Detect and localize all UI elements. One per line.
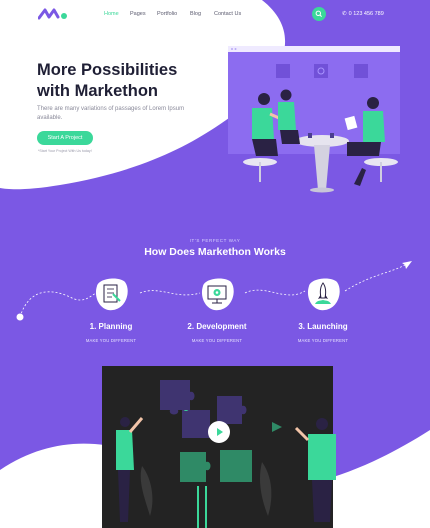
play-button[interactable] xyxy=(208,421,230,443)
nav-link-portfolio[interactable]: Portfolio xyxy=(157,11,177,17)
hero-illustration xyxy=(228,46,400,193)
section-kicker: IT'S PERFECT WAY xyxy=(189,238,241,243)
play-icon xyxy=(217,428,223,436)
nav-link-pages[interactable]: Pages xyxy=(130,11,146,17)
search-icon xyxy=(315,10,322,17)
start-project-button[interactable]: Start A Project xyxy=(37,131,93,145)
nav-link-blog[interactable]: Blog xyxy=(190,11,201,17)
hero-subtitle: There are many variations of passages of… xyxy=(37,106,185,121)
page: Home Pages Portfolio Blog Contact Us ✆ 0 … xyxy=(0,0,430,528)
phone-contact[interactable]: ✆ 0 123 456 789 xyxy=(342,11,384,17)
brand-logo[interactable] xyxy=(38,8,70,20)
step-subtitle-planning: MAKE YOU DIFFERENT xyxy=(85,338,137,343)
step-subtitle-launching: MAKE YOU DIFFERENT xyxy=(297,338,349,343)
checklist-icon xyxy=(95,278,128,311)
step-title-planning: 1. Planning xyxy=(89,322,133,331)
step-subtitle-development: MAKE YOU DIFFERENT xyxy=(191,338,243,343)
rocket-icon xyxy=(307,278,340,311)
paper-plane-icon xyxy=(402,261,412,269)
hero-title: More Possibilities with Markethon xyxy=(37,60,237,102)
phone-number: 0 123 456 789 xyxy=(348,11,384,17)
nav-link-home[interactable]: Home xyxy=(104,11,119,17)
step-title-launching: 3. Launching xyxy=(298,322,348,331)
hero-title-line1: More Possibilities xyxy=(37,61,178,79)
hero-title-line2: with Markethon xyxy=(37,82,159,100)
search-button[interactable] xyxy=(312,7,326,21)
settings-monitor-icon xyxy=(201,278,234,311)
phone-icon: ✆ xyxy=(342,11,347,17)
path-start-dot xyxy=(16,313,24,321)
top-nav: Home Pages Portfolio Blog Contact Us ✆ 0 … xyxy=(0,0,430,30)
nav-link-contact[interactable]: Contact Us xyxy=(214,11,241,17)
step-title-development: 2. Development xyxy=(187,322,247,331)
cta-note: *Start Your Project With Us today! xyxy=(38,149,92,153)
